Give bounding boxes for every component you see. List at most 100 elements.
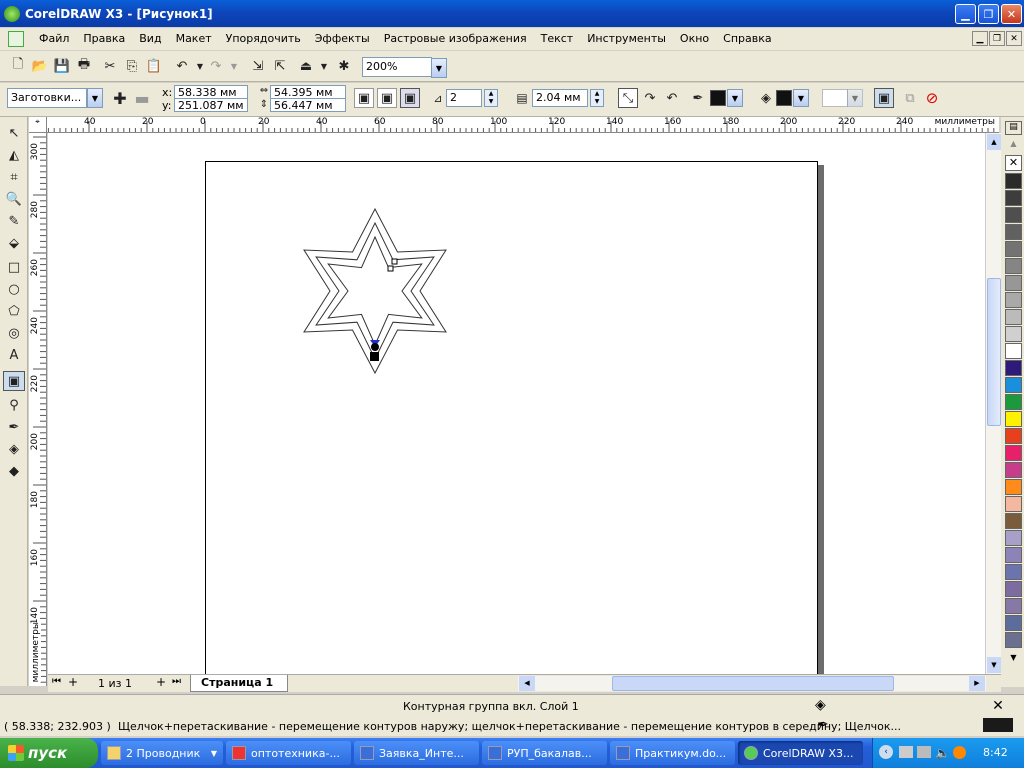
palette-swatch[interactable] xyxy=(1005,292,1022,308)
contour-handle-mid[interactable] xyxy=(387,265,394,272)
linear-color-icon[interactable]: ⤡ xyxy=(618,88,638,108)
palette-swatch[interactable] xyxy=(1005,224,1022,240)
zoom-tool-icon[interactable]: 🔍 xyxy=(3,189,25,209)
display-icon[interactable] xyxy=(917,746,931,758)
scroll-down-icon[interactable]: ▼ xyxy=(987,657,1001,673)
basic-shapes-tool-icon[interactable]: ◎ xyxy=(3,323,25,343)
task-word-3[interactable]: Практикум.do... xyxy=(610,741,735,765)
ruler-origin-icon[interactable]: ⌖ xyxy=(29,117,47,133)
vertical-scrollbar[interactable]: ▲ ▼ xyxy=(985,133,1001,674)
print-icon[interactable]: 🖶 xyxy=(74,56,94,76)
minimize-button[interactable]: ▁ xyxy=(955,4,976,24)
new-icon[interactable]: 🗋 xyxy=(8,56,28,76)
palette-swatch[interactable] xyxy=(1005,241,1022,257)
eyedropper-tool-icon[interactable]: ⚲ xyxy=(3,395,25,415)
vertical-scroll-thumb[interactable] xyxy=(987,278,1001,426)
fill-color-dropdown-icon[interactable]: ▼ xyxy=(793,89,809,107)
task-word-1[interactable]: Заявка_Инте... xyxy=(354,741,479,765)
start-button[interactable]: пуск xyxy=(0,738,98,768)
remove-preset-icon[interactable]: ▬ xyxy=(132,88,152,108)
doc-restore-button[interactable]: ❐ xyxy=(989,31,1005,46)
scroll-up-icon[interactable]: ▲ xyxy=(987,134,1001,150)
palette-scroll-up-icon[interactable]: ▲ xyxy=(1005,139,1022,151)
tray-expand-icon[interactable]: ‹ xyxy=(879,745,893,759)
close-button[interactable]: ✕ xyxy=(1001,4,1022,24)
clear-contour-icon[interactable]: ⊘ xyxy=(922,88,942,108)
outline-tool-icon[interactable]: ✒ xyxy=(3,417,25,437)
paste-icon[interactable]: 📋 xyxy=(144,56,164,76)
contour-steps-field[interactable]: 2 xyxy=(446,89,482,107)
menu-file[interactable]: Файл xyxy=(32,29,76,49)
menu-edit[interactable]: Правка xyxy=(76,29,132,49)
undo-icon[interactable]: ↶ xyxy=(172,56,192,76)
corel-online-icon[interactable]: ✱ xyxy=(334,56,354,76)
smart-fill-tool-icon[interactable]: ⬙ xyxy=(3,233,25,253)
menu-text[interactable]: Текст xyxy=(534,29,581,49)
menu-bitmaps[interactable]: Растровые изображения xyxy=(377,29,534,49)
palette-swatch[interactable] xyxy=(1005,190,1022,206)
vertical-ruler[interactable]: 300 280 260 240 220 200 180 160 140 миллиметры xyxy=(29,133,47,686)
outline-color-swatch[interactable] xyxy=(710,90,726,106)
palette-swatch[interactable] xyxy=(1005,377,1022,393)
palette-swatch[interactable] xyxy=(1005,615,1022,631)
contour-outside-icon[interactable]: ▣ xyxy=(400,88,420,108)
scroll-left-icon[interactable]: ◀ xyxy=(519,676,535,691)
contour-to-center-icon[interactable]: ▣ xyxy=(354,88,374,108)
freehand-tool-icon[interactable]: ✎ xyxy=(3,211,25,231)
add-preset-icon[interactable]: ✚ xyxy=(110,88,130,108)
menu-view[interactable]: Вид xyxy=(132,29,168,49)
task-word-2[interactable]: РУП_бакалав... xyxy=(482,741,607,765)
add-page-before-icon[interactable]: + xyxy=(68,675,78,689)
acceleration-dropdown-icon[interactable]: ▼ xyxy=(847,89,863,107)
star-contour-group[interactable] xyxy=(48,133,985,674)
palette-swatch[interactable] xyxy=(1005,326,1022,342)
counterclockwise-color-icon[interactable]: ↶ xyxy=(662,88,682,108)
preset-dropdown-icon[interactable]: ▼ xyxy=(87,88,103,108)
palette-swatch[interactable] xyxy=(1005,394,1022,410)
menu-arrange[interactable]: Упорядочить xyxy=(219,29,308,49)
palette-menu-icon[interactable]: ▤ xyxy=(1005,121,1022,135)
palette-swatch[interactable] xyxy=(1005,564,1022,580)
star-contour-path[interactable] xyxy=(315,221,435,361)
task-coreldraw[interactable]: CorelDRAW X3... xyxy=(738,741,863,765)
open-icon[interactable]: 📂 xyxy=(30,56,50,76)
save-icon[interactable]: 💾 xyxy=(52,56,72,76)
contour-end-handle[interactable] xyxy=(370,352,379,361)
menu-layout[interactable]: Макет xyxy=(169,29,219,49)
text-tool-icon[interactable]: A xyxy=(3,345,25,365)
zoom-dropdown-icon[interactable]: ▼ xyxy=(431,58,447,78)
polygon-tool-icon[interactable]: ⬠ xyxy=(3,301,25,321)
clockwise-color-icon[interactable]: ↷ xyxy=(640,88,660,108)
crop-tool-icon[interactable]: ⌗ xyxy=(3,167,25,187)
export-icon[interactable]: ⇱ xyxy=(270,56,290,76)
palette-swatch[interactable] xyxy=(1005,598,1022,614)
launcher-dropdown-icon[interactable]: ▼ xyxy=(314,56,334,76)
palette-swatch[interactable] xyxy=(1005,411,1022,427)
restore-button[interactable]: ❐ xyxy=(978,4,999,24)
interactive-fill-tool-icon[interactable]: ◆ xyxy=(3,461,25,481)
contour-handle-start[interactable] xyxy=(391,258,398,265)
fill-tool-icon[interactable]: ◈ xyxy=(3,439,25,459)
copy-contour-icon[interactable]: ▣ xyxy=(874,88,894,108)
first-page-icon[interactable]: ⏮ xyxy=(52,676,61,687)
steps-spinner[interactable]: ▲ ▼ xyxy=(484,89,498,107)
menu-effects[interactable]: Эффекты xyxy=(308,29,377,49)
palette-swatch[interactable] xyxy=(1005,530,1022,546)
palette-swatch[interactable] xyxy=(1005,513,1022,529)
task-pdf[interactable]: оптотехника-... xyxy=(226,741,351,765)
outline-color-indicator[interactable] xyxy=(983,718,1013,732)
contour-inside-icon[interactable]: ▣ xyxy=(377,88,397,108)
no-color-swatch[interactable]: ✕ xyxy=(1005,155,1022,171)
x-position-field[interactable]: 58.338 мм xyxy=(174,85,248,99)
contour-tool-icon[interactable]: ▣ xyxy=(3,371,25,391)
copy-icon[interactable]: ⎘ xyxy=(122,56,142,76)
palette-swatch[interactable] xyxy=(1005,547,1022,563)
network-icon[interactable] xyxy=(899,746,913,758)
pick-tool-icon[interactable]: ↖ xyxy=(3,123,25,143)
menu-window[interactable]: Окно xyxy=(673,29,716,49)
contour-center-node[interactable] xyxy=(371,343,379,351)
palette-swatch[interactable] xyxy=(1005,496,1022,512)
fill-color-swatch[interactable] xyxy=(776,90,792,106)
palette-swatch[interactable] xyxy=(1005,632,1022,648)
ellipse-tool-icon[interactable]: ○ xyxy=(3,279,25,299)
